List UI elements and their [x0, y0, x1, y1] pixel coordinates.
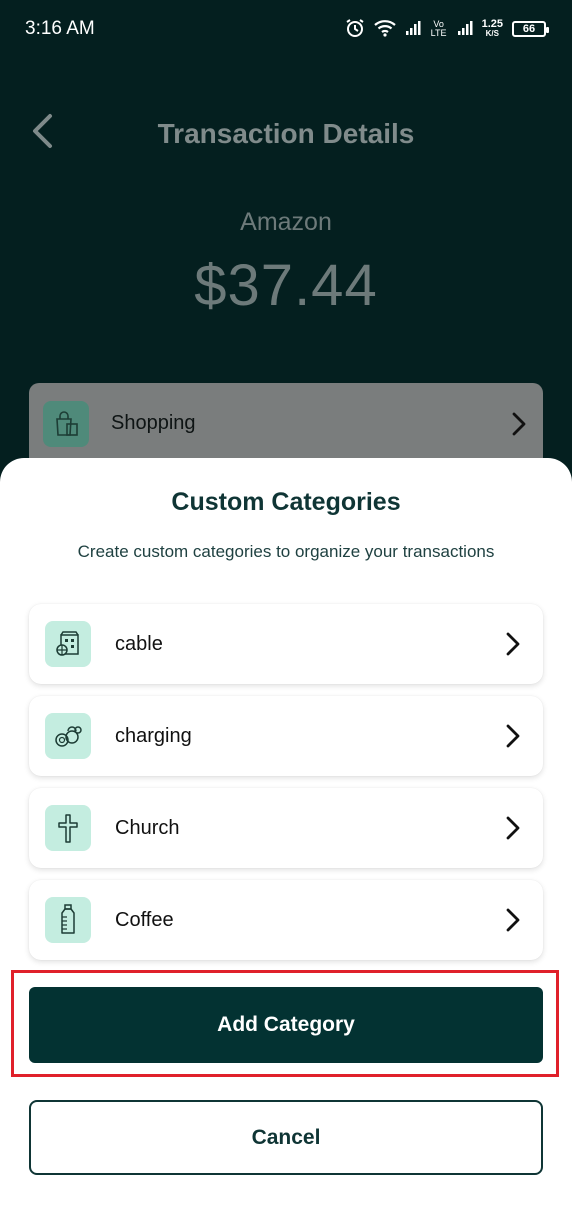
battery-icon: 66 [512, 21, 549, 37]
chevron-right-icon [505, 723, 521, 754]
wifi-icon [373, 19, 396, 40]
category-item-coffee[interactable]: Coffee [29, 880, 543, 960]
status-icons: Vo LTE 1.25 K/S 66 [345, 18, 549, 41]
back-button[interactable] [24, 112, 60, 154]
network-speed: 1.25 K/S [481, 18, 503, 39]
add-category-button[interactable]: Add Category [29, 987, 543, 1063]
category-item-label: Coffee [115, 908, 174, 931]
page-title: Transaction Details [157, 118, 415, 149]
transaction-amount: $37.44 [194, 253, 378, 318]
signal-icon [457, 20, 473, 39]
category-list: cable charging Church Coffee [29, 604, 543, 972]
category-selector[interactable]: Shopping [29, 383, 543, 469]
chevron-left-icon [30, 113, 54, 154]
sheet-title: Custom Categories [171, 488, 401, 516]
status-bar: 3:16 AM Vo LTE 1.25 K/S 66 [0, 0, 572, 58]
chevron-right-icon [505, 907, 521, 938]
shopping-bag-icon [43, 401, 89, 447]
category-item-cable[interactable]: cable [29, 604, 543, 684]
merchant-name: Amazon [240, 208, 332, 236]
status-time: 3:16 AM [25, 18, 95, 39]
volte-icon: Vo LTE [430, 19, 447, 38]
cancel-button[interactable]: Cancel [29, 1100, 543, 1175]
cross-icon [45, 805, 91, 851]
custom-categories-sheet: Custom Categories Create custom categori… [0, 458, 572, 1206]
chevron-right-icon [505, 631, 521, 662]
category-item-label: Church [115, 816, 180, 839]
category-item-label: cable [115, 632, 163, 655]
category-item-charging[interactable]: charging [29, 696, 543, 776]
bottle-icon [45, 897, 91, 943]
category-label: Shopping [111, 412, 196, 434]
category-item-label: charging [115, 724, 192, 747]
alarm-icon [345, 18, 365, 41]
chevron-right-icon [511, 411, 527, 442]
chevron-right-icon [505, 815, 521, 846]
signal-icon [405, 20, 421, 39]
building-icon [45, 621, 91, 667]
sheet-subtitle: Create custom categories to organize you… [77, 542, 495, 561]
kettlebell-icon [45, 713, 91, 759]
category-item-church[interactable]: Church [29, 788, 543, 868]
header: Transaction Details [0, 98, 572, 170]
